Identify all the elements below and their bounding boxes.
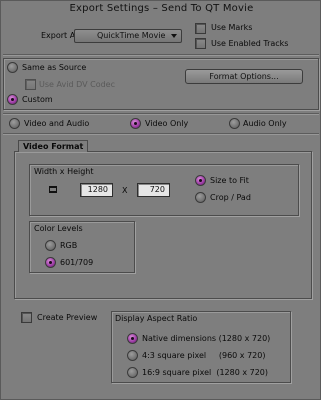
native-dimensions-radio[interactable] xyxy=(127,333,138,344)
separator xyxy=(3,54,319,55)
color-levels-label: Color Levels xyxy=(34,224,83,233)
use-avid-dv-codec-label: Use Avid DV Codec xyxy=(39,80,115,89)
width-height-label: Width x Height xyxy=(34,167,94,176)
chevron-down-icon xyxy=(171,34,177,38)
video-only-radio[interactable] xyxy=(130,118,141,129)
x-label: X xyxy=(122,186,128,195)
width-field[interactable]: 1280 xyxy=(80,183,113,197)
crop-pad-radio[interactable] xyxy=(195,192,206,203)
crop-pad-label: Crop / Pad xyxy=(210,193,251,202)
height-field[interactable]: 720 xyxy=(137,183,170,197)
display-aspect-ratio-label: Display Aspect Ratio xyxy=(115,314,198,323)
use-avid-dv-codec-checkbox[interactable] xyxy=(25,79,36,90)
format-options-button[interactable]: Format Options... xyxy=(185,69,303,84)
link-icon[interactable] xyxy=(49,186,57,193)
custom-label: Custom xyxy=(22,95,53,104)
video-and-audio-radio[interactable] xyxy=(9,118,20,129)
video-and-audio-label: Video and Audio xyxy=(24,119,90,128)
same-as-source-radio[interactable] xyxy=(7,62,18,73)
rgb-radio[interactable] xyxy=(45,240,56,251)
4-3-square-pixel-label: 4:3 square pixel (960 x 720) xyxy=(142,351,266,360)
16-9-square-pixel-radio[interactable] xyxy=(127,367,138,378)
tab-video-format[interactable]: Video Format xyxy=(18,140,89,152)
size-to-fit-radio[interactable] xyxy=(195,175,206,186)
native-dimensions-label: Native dimensions (1280 x 720) xyxy=(142,334,271,343)
4-3-square-pixel-radio[interactable] xyxy=(127,350,138,361)
export-as-dropdown[interactable]: QuickTime Movie xyxy=(74,29,182,43)
window-title: Export Settings – Send To QT Movie xyxy=(69,3,254,14)
create-preview-checkbox[interactable] xyxy=(21,312,32,323)
create-preview-label: Create Preview xyxy=(37,313,98,322)
use-marks-label: Use Marks xyxy=(211,23,253,32)
export-settings-window: Export Settings – Send To QT Movie Expor… xyxy=(0,0,321,400)
16-9-square-pixel-label: 16:9 square pixel (1280 x 720) xyxy=(142,368,269,377)
export-as-value: QuickTime Movie xyxy=(97,31,166,40)
same-as-source-label: Same as Source xyxy=(22,63,87,72)
custom-radio[interactable] xyxy=(7,94,18,105)
video-only-label: Video Only xyxy=(145,119,189,128)
audio-only-radio[interactable] xyxy=(229,118,240,129)
use-enabled-tracks-checkbox[interactable] xyxy=(195,38,206,49)
separator xyxy=(3,113,319,114)
601-709-label: 601/709 xyxy=(60,258,94,267)
rgb-label: RGB xyxy=(60,241,78,250)
use-marks-checkbox[interactable] xyxy=(195,23,206,34)
use-enabled-tracks-label: Use Enabled Tracks xyxy=(211,39,289,48)
size-to-fit-label: Size to Fit xyxy=(210,176,249,185)
601-709-radio[interactable] xyxy=(45,257,56,268)
audio-only-label: Audio Only xyxy=(243,119,287,128)
separator xyxy=(3,133,319,134)
